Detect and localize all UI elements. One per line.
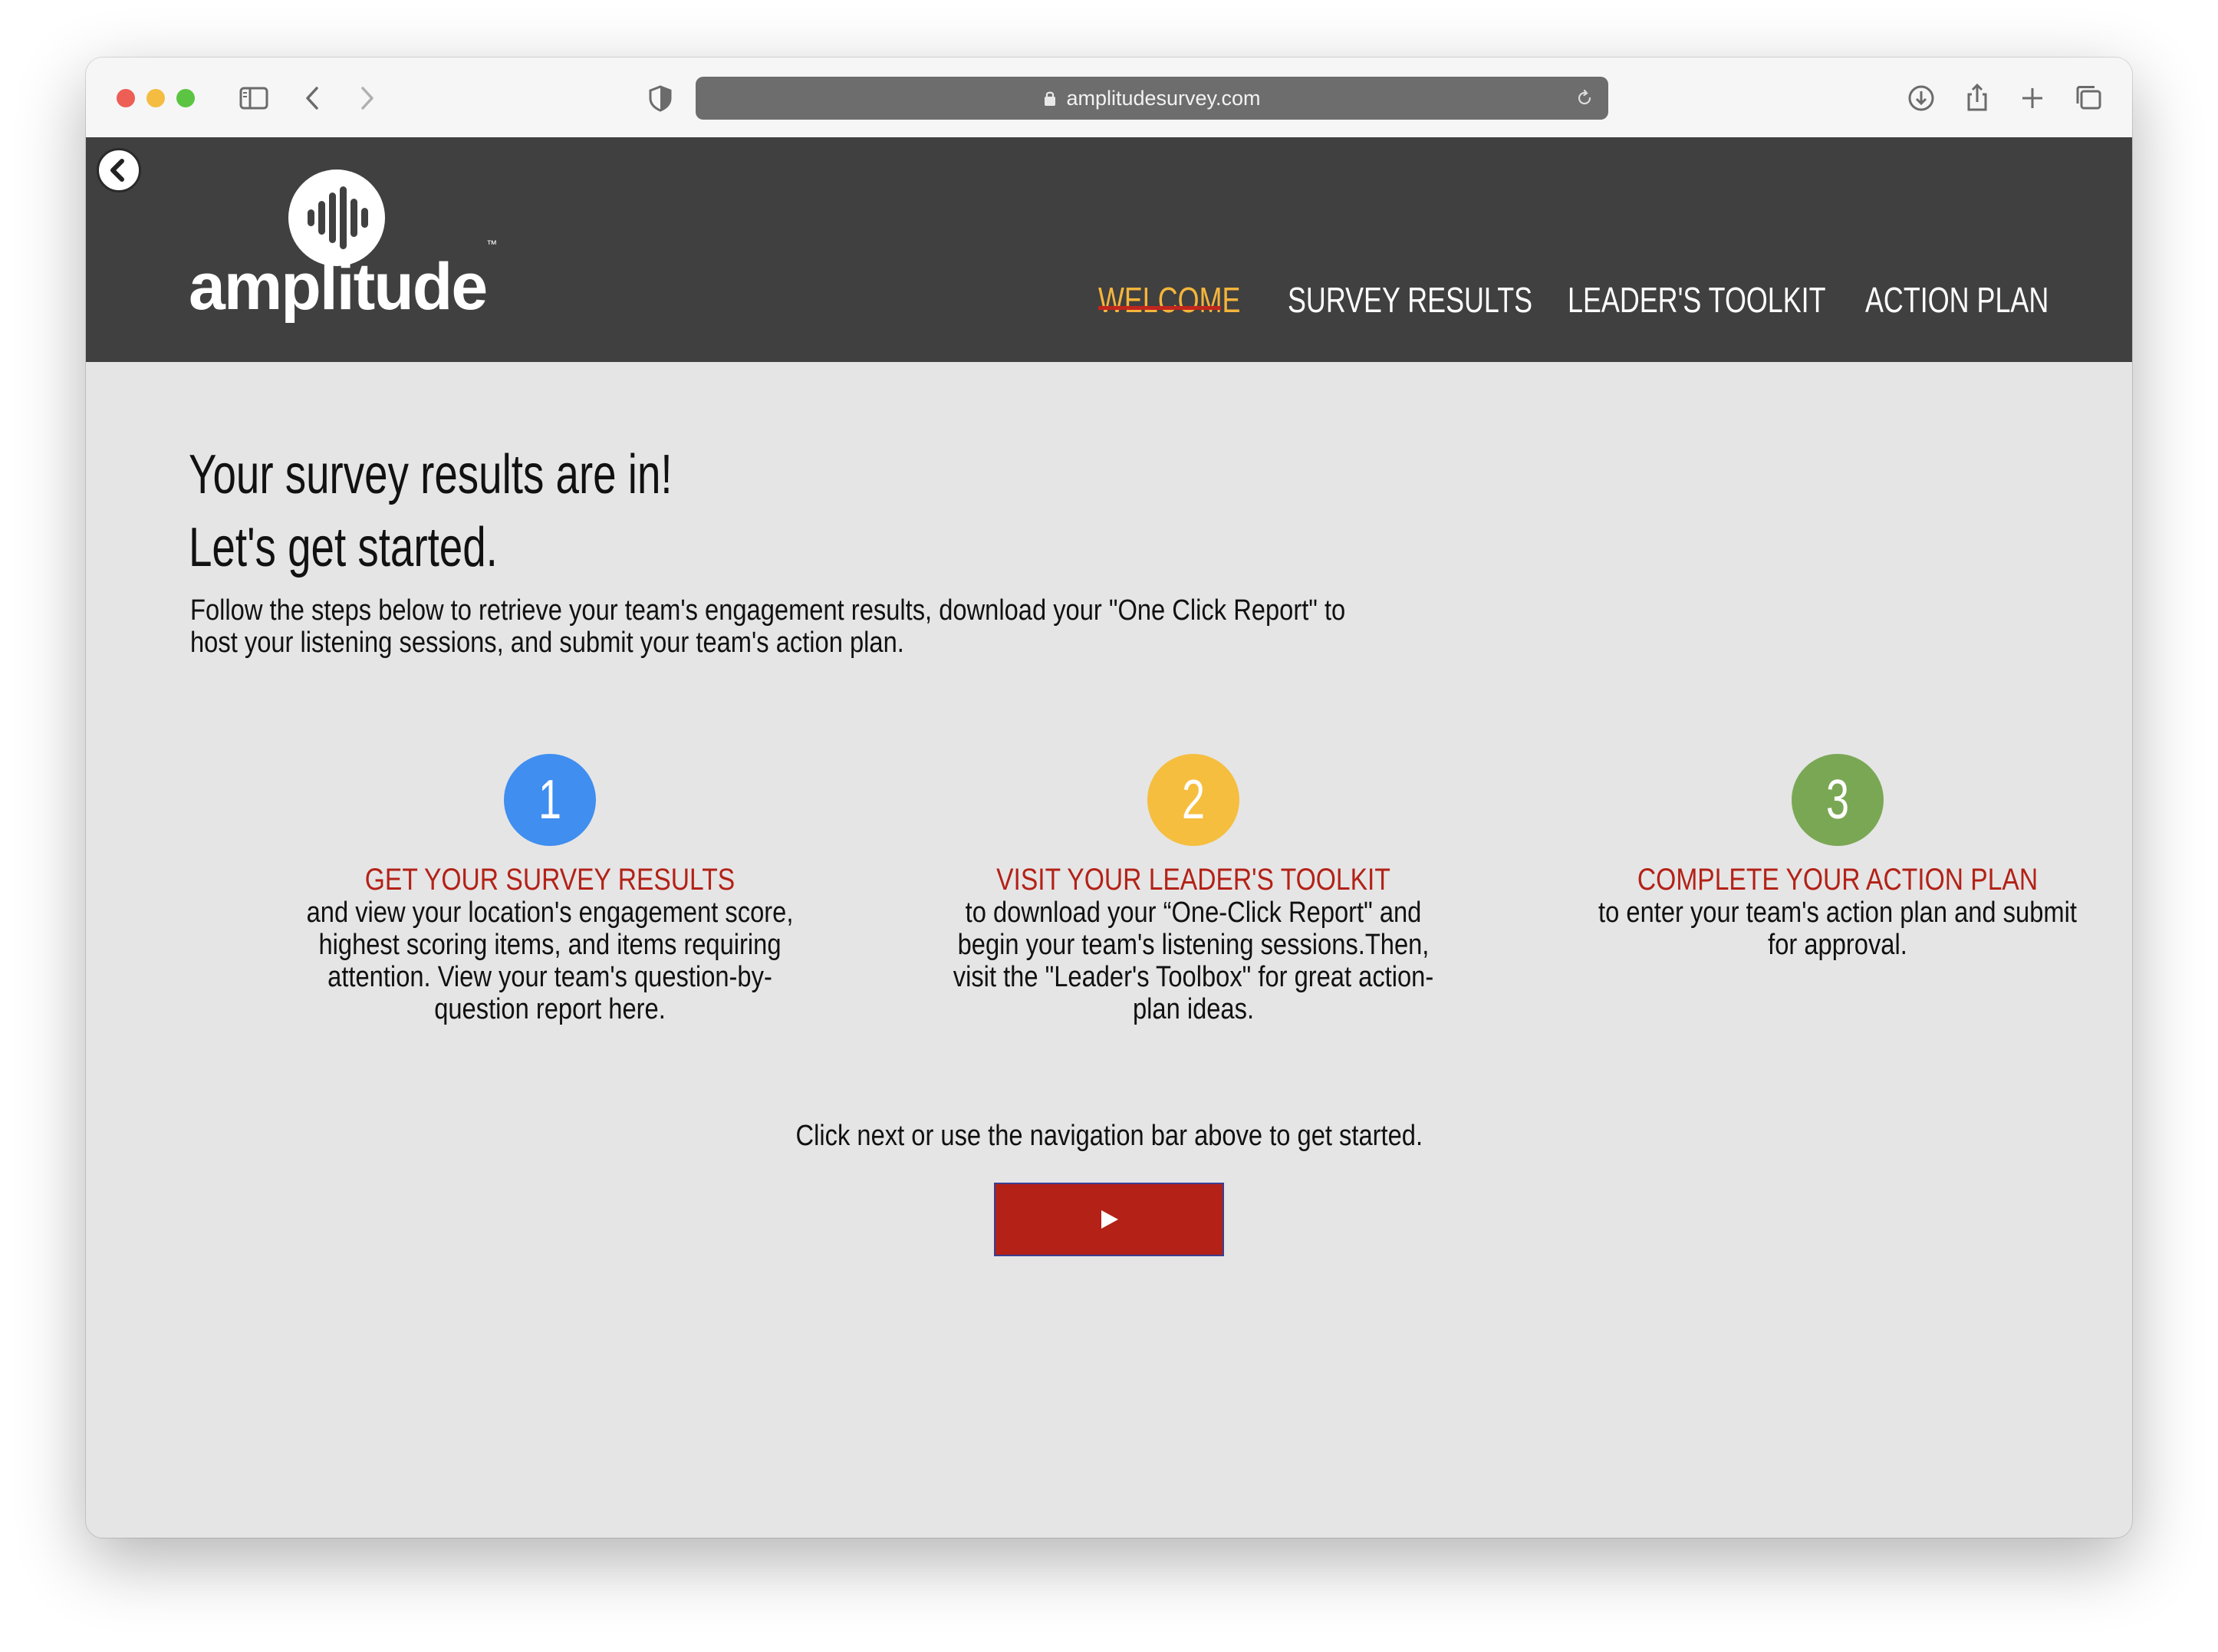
back-arrow-icon[interactable]	[295, 81, 331, 116]
cta-instruction: Click next or use the navigation bar abo…	[795, 1120, 1423, 1152]
nav-action-plan[interactable]: ACTION PLAN	[1865, 278, 2049, 321]
page-title: Your survey results are in!	[189, 444, 673, 505]
active-nav-underline	[1098, 306, 1221, 310]
step-card-1: 1 GET YOUR SURVEY RESULTS and view your …	[258, 754, 841, 1025]
step-card-3: 3 COMPLETE YOUR ACTION PLAN to enter you…	[1546, 754, 2129, 961]
play-icon	[1101, 1210, 1118, 1229]
sidebar-icon[interactable]	[236, 81, 271, 116]
nav-survey-results[interactable]: SURVEY RESULTS	[1288, 278, 1532, 321]
zoom-window-button[interactable]	[176, 89, 195, 107]
url-text: amplitudesurvey.com	[1066, 86, 1261, 110]
step-card-2: 2 VISIT YOUR LEADER'S TOOLKIT to downloa…	[902, 754, 1485, 1025]
tabs-icon[interactable]	[2071, 81, 2106, 116]
reload-icon[interactable]	[1575, 88, 1594, 108]
shield-icon[interactable]	[643, 81, 678, 116]
step-description: to enter your team's action plan and sub…	[1598, 897, 2077, 961]
address-bar[interactable]: amplitudesurvey.com	[696, 77, 1608, 120]
next-button[interactable]	[994, 1183, 1224, 1256]
circle-back-icon[interactable]	[97, 148, 141, 193]
download-icon[interactable]	[1904, 81, 1939, 116]
close-window-button[interactable]	[117, 89, 135, 107]
plus-icon[interactable]	[2015, 81, 2050, 116]
forward-arrow-icon[interactable]	[349, 81, 384, 116]
nav-leaders-toolkit[interactable]: LEADER'S TOOLKIT	[1568, 278, 1826, 321]
main-nav: WELCOME SURVEY RESULTS LEADER'S TOOLKIT …	[86, 278, 2132, 324]
browser-toolbar: amplitudesurvey.com	[86, 58, 2132, 138]
nav-welcome[interactable]: WELCOME	[1098, 278, 1240, 321]
page-subtitle: Let's get started.	[189, 517, 498, 578]
step-title-link[interactable]: COMPLETE YOUR ACTION PLAN	[1593, 863, 2082, 897]
browser-window: amplitudesurvey.com amplitude™ WELCOME S…	[86, 58, 2132, 1538]
lock-icon	[1045, 91, 1056, 106]
step-number-badge: 3	[1792, 754, 1884, 846]
step-title-link[interactable]: VISIT YOUR LEADER'S TOOLKIT	[949, 863, 1438, 897]
site-header: amplitude™ WELCOME SURVEY RESULTS LEADER…	[86, 137, 2132, 362]
step-title-link[interactable]: GET YOUR SURVEY RESULTS	[305, 863, 795, 897]
minimize-window-button[interactable]	[146, 89, 165, 107]
step-number-badge: 2	[1147, 754, 1239, 846]
step-description: and view your location's engagement scor…	[306, 897, 794, 1025]
share-icon[interactable]	[1960, 81, 1995, 116]
step-description: to download your “One-Click Report" and …	[953, 897, 1434, 1025]
step-number-badge: 1	[504, 754, 596, 846]
intro-paragraph: Follow the steps below to retrieve your …	[190, 594, 1346, 659]
